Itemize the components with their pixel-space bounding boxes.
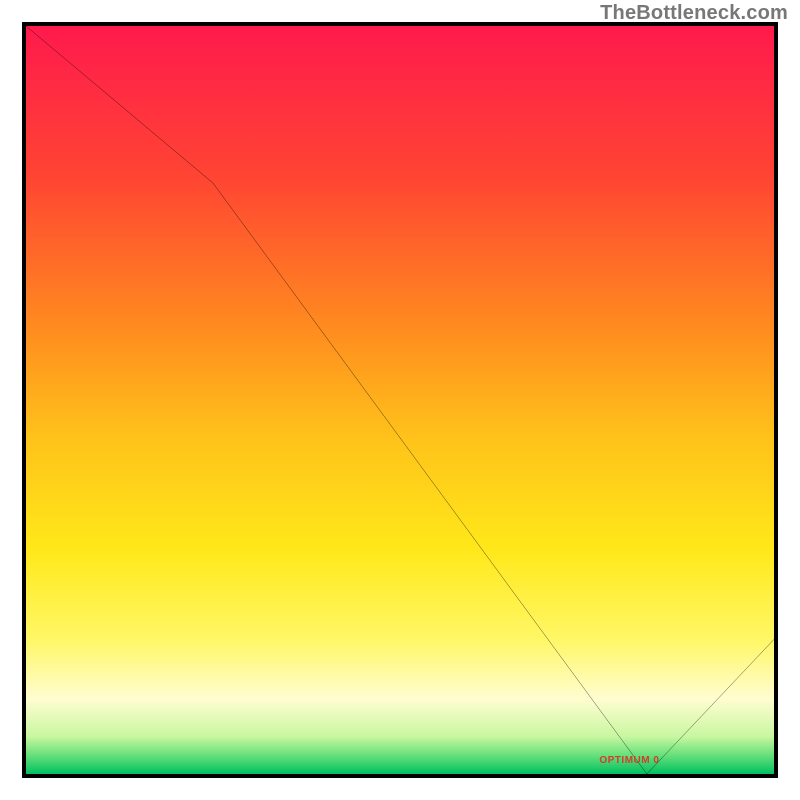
plot-area: OPTIMUM 0 <box>26 26 774 774</box>
optimum-marker-label: OPTIMUM 0 <box>599 755 659 766</box>
bottleneck-line <box>26 26 774 774</box>
chart-frame: OPTIMUM 0 <box>22 22 778 778</box>
watermark-text: TheBottleneck.com <box>600 2 788 25</box>
